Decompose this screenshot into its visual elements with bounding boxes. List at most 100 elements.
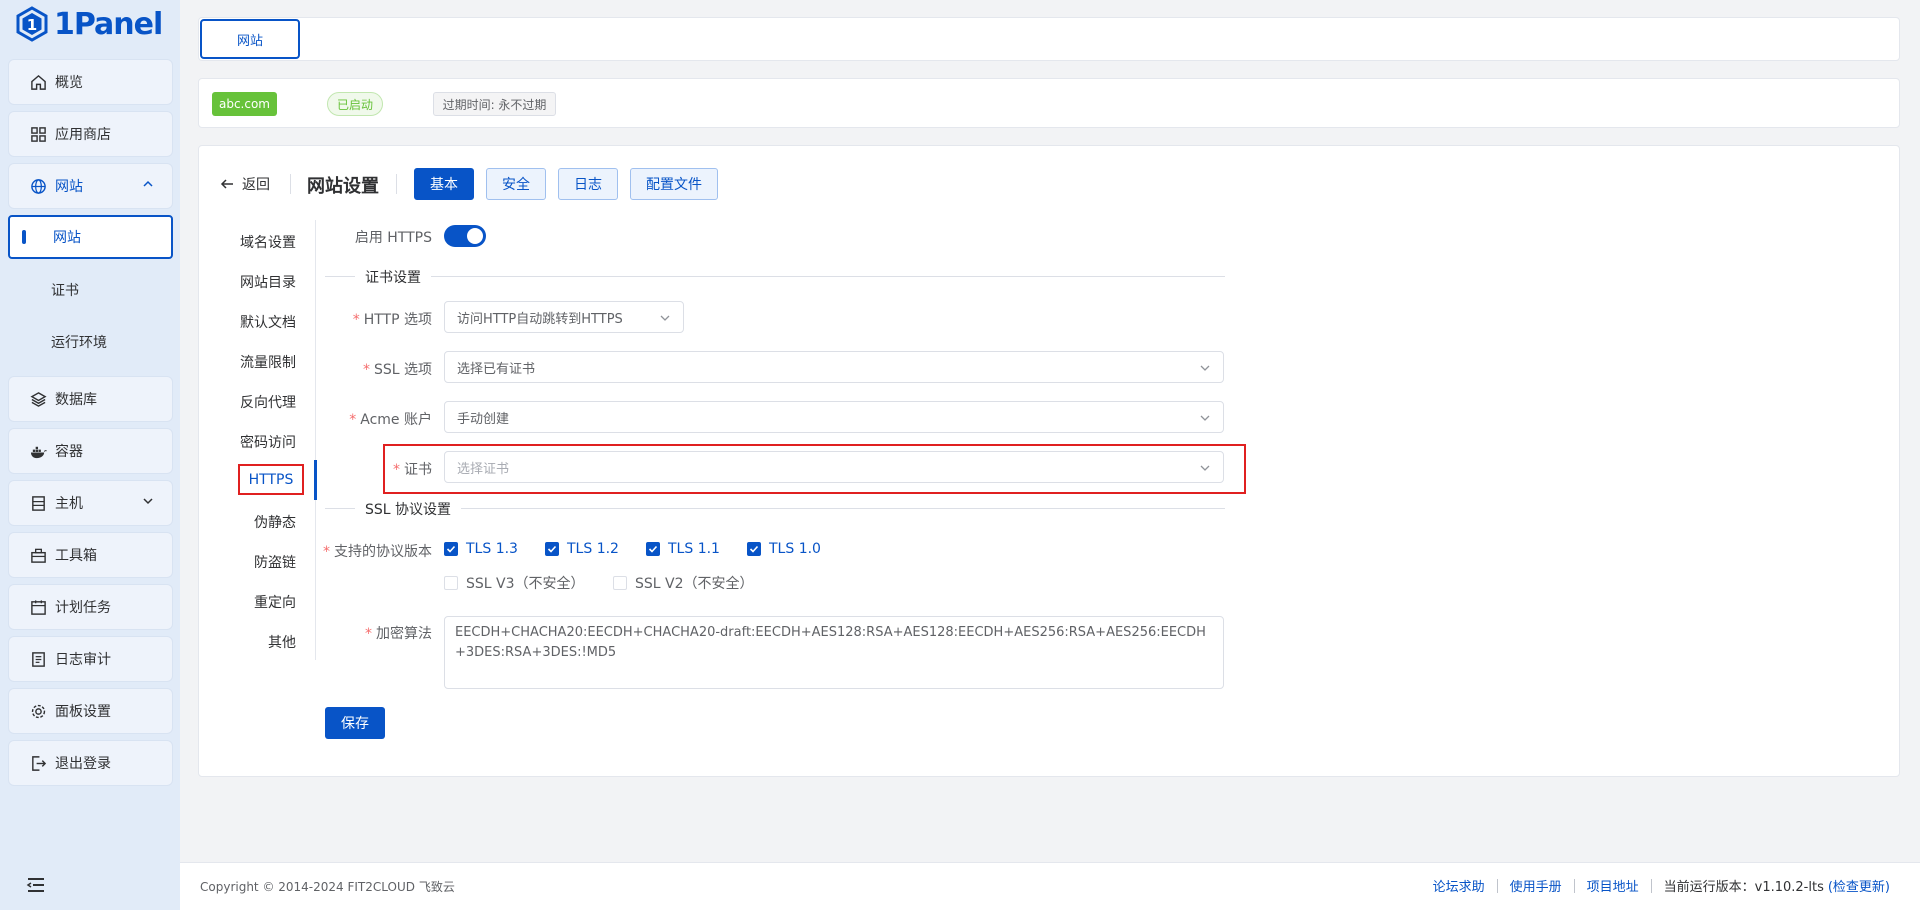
sidebar-item-label: 计划任务 — [55, 600, 111, 616]
sidebar-item-label: 应用商店 — [55, 127, 111, 143]
copyright: Copyright © 2014-2024 FIT2CLOUD 飞致云 — [200, 880, 455, 894]
sidebar-item-app-store[interactable]: 应用商店 — [8, 111, 173, 157]
check-icon — [749, 545, 759, 553]
tls12-checkbox[interactable]: TLS 1.2 — [545, 541, 619, 557]
ssl-option-select[interactable]: 选择已有证书 — [444, 351, 1224, 383]
sidebar-item-label: 容器 — [55, 444, 83, 460]
cert-section-title: 证书设置 — [355, 267, 431, 287]
globe-icon — [29, 177, 47, 195]
chevron-down-icon — [143, 498, 153, 505]
sidebar-subitem-label: 网站 — [53, 230, 81, 246]
tab-website[interactable]: 网站 — [200, 19, 300, 59]
home-icon — [29, 73, 47, 91]
back-button[interactable]: 返回 — [220, 174, 270, 194]
sidebar-item-cron[interactable]: 计划任务 — [8, 584, 173, 630]
http-option-select[interactable]: 访问HTTP自动跳转到HTTPS — [444, 301, 684, 333]
divider — [396, 174, 397, 194]
side-menu-redirect[interactable]: 重定向 — [254, 592, 296, 612]
docker-icon — [29, 442, 47, 460]
side-menu-anti-leech[interactable]: 防盗链 — [254, 552, 296, 572]
sidebar-item-overview[interactable]: 概览 — [8, 59, 173, 105]
side-menu-password-access[interactable]: 密码访问 — [240, 432, 296, 452]
1panel-logo-icon: 1 — [16, 6, 48, 42]
tab-security[interactable]: 安全 — [486, 168, 546, 200]
sidebar-item-website[interactable]: 网站 — [8, 163, 173, 209]
sidebar-item-toolbox[interactable]: 工具箱 — [8, 532, 173, 578]
gear-icon — [29, 702, 47, 720]
logout-icon — [29, 754, 47, 772]
tls13-checkbox[interactable]: TLS 1.3 — [444, 541, 518, 557]
protocol-label: * 支持的协议版本 — [323, 544, 432, 560]
side-menu-domain[interactable]: 域名设置 — [240, 232, 296, 252]
check-update-link[interactable]: (检查更新) — [1828, 876, 1890, 895]
forum-link[interactable]: 论坛求助 — [1433, 876, 1485, 895]
enable-https-label: 启用 HTTPS — [354, 230, 432, 246]
sidebar-subitem-runtime[interactable]: 运行环境 — [8, 320, 173, 364]
chevron-down-icon — [1200, 365, 1210, 371]
sidebar-item-container[interactable]: 容器 — [8, 428, 173, 474]
side-menu-other[interactable]: 其他 — [268, 632, 296, 652]
logo-text: 1Panel — [54, 6, 163, 42]
active-indicator — [314, 460, 317, 500]
sidebar-subitem-website[interactable]: 网站 — [8, 215, 173, 259]
cert-divider — [325, 276, 1225, 277]
tab-config-file[interactable]: 配置文件 — [630, 168, 718, 200]
arrow-left-icon — [220, 179, 233, 189]
manual-link[interactable]: 使用手册 — [1510, 876, 1562, 895]
status-badge: 已启动 — [327, 92, 383, 116]
sidebar-item-label: 日志审计 — [55, 652, 111, 668]
acme-account-select[interactable]: 手动创建 — [444, 401, 1224, 433]
cipher-textarea[interactable]: EECDH+CHACHA20:EECDH+CHACHA20-draft:EECD… — [444, 616, 1224, 689]
side-menu-rewrite[interactable]: 伪静态 — [254, 512, 296, 532]
certificate-label: * 证书 — [393, 462, 432, 478]
side-menu-reverse-proxy[interactable]: 反向代理 — [240, 392, 296, 412]
sslv2-checkbox[interactable]: SSL V2（不安全） — [613, 573, 754, 593]
tab-bar — [198, 17, 1900, 61]
sidebar-item-host[interactable]: 主机 — [8, 480, 173, 526]
enable-https-switch[interactable] — [444, 225, 486, 247]
side-menu-site-dir[interactable]: 网站目录 — [240, 272, 296, 292]
check-icon — [648, 545, 658, 553]
back-label: 返回 — [242, 177, 270, 193]
side-menu-https[interactable]: HTTPS — [238, 464, 304, 495]
project-link[interactable]: 项目地址 — [1587, 876, 1639, 895]
domain-tag: abc.com — [212, 92, 277, 116]
side-menu-rate-limit[interactable]: 流量限制 — [240, 352, 296, 372]
side-menu-divider — [315, 220, 316, 660]
sidebar-item-label: 退出登录 — [55, 756, 111, 772]
save-button[interactable]: 保存 — [325, 707, 385, 739]
divider — [290, 174, 291, 194]
check-icon — [446, 545, 456, 553]
cipher-label: * 加密算法 — [365, 626, 432, 642]
footer-links: 论坛求助 使用手册 项目地址 当前运行版本：v1.10.2-lts (检查更新) — [1433, 876, 1890, 895]
sidebar-item-database[interactable]: 数据库 — [8, 376, 173, 422]
sidebar-item-label: 数据库 — [55, 392, 97, 408]
collapse-menu-icon[interactable] — [26, 876, 46, 894]
logo[interactable]: 1 1Panel — [14, 4, 163, 44]
sidebar-subitem-label: 运行环境 — [51, 335, 107, 351]
server-icon — [29, 494, 47, 512]
http-option-label: * HTTP 选项 — [352, 312, 432, 328]
tls10-checkbox[interactable]: TLS 1.0 — [747, 541, 821, 557]
chevron-down-icon — [1200, 465, 1210, 471]
chevron-down-icon — [1200, 415, 1210, 421]
ssl-option-label: * SSL 选项 — [362, 362, 432, 378]
sidebar: 1 1Panel 概览 应用商店 网站 网站 证书 运行环境 数据库 容器 主机 — [0, 0, 180, 910]
sslv3-checkbox[interactable]: SSL V3（不安全） — [444, 573, 585, 593]
check-icon — [547, 545, 557, 553]
divider — [1496, 878, 1498, 893]
sidebar-subitem-certificate[interactable]: 证书 — [8, 268, 173, 312]
sidebar-item-settings[interactable]: 面板设置 — [8, 688, 173, 734]
sidebar-item-label: 主机 — [55, 496, 83, 512]
sidebar-item-log-audit[interactable]: 日志审计 — [8, 636, 173, 682]
sidebar-item-label: 概览 — [55, 75, 83, 91]
apps-grid-icon — [29, 125, 47, 143]
toolbox-icon — [29, 546, 47, 564]
side-menu-default-doc[interactable]: 默认文档 — [240, 312, 296, 332]
tab-basic[interactable]: 基本 — [414, 168, 474, 200]
sidebar-item-logout[interactable]: 退出登录 — [8, 740, 173, 786]
chevron-up-icon — [143, 180, 153, 187]
tab-logs[interactable]: 日志 — [558, 168, 618, 200]
tls11-checkbox[interactable]: TLS 1.1 — [646, 541, 720, 557]
certificate-select[interactable]: 选择证书 — [444, 451, 1224, 483]
